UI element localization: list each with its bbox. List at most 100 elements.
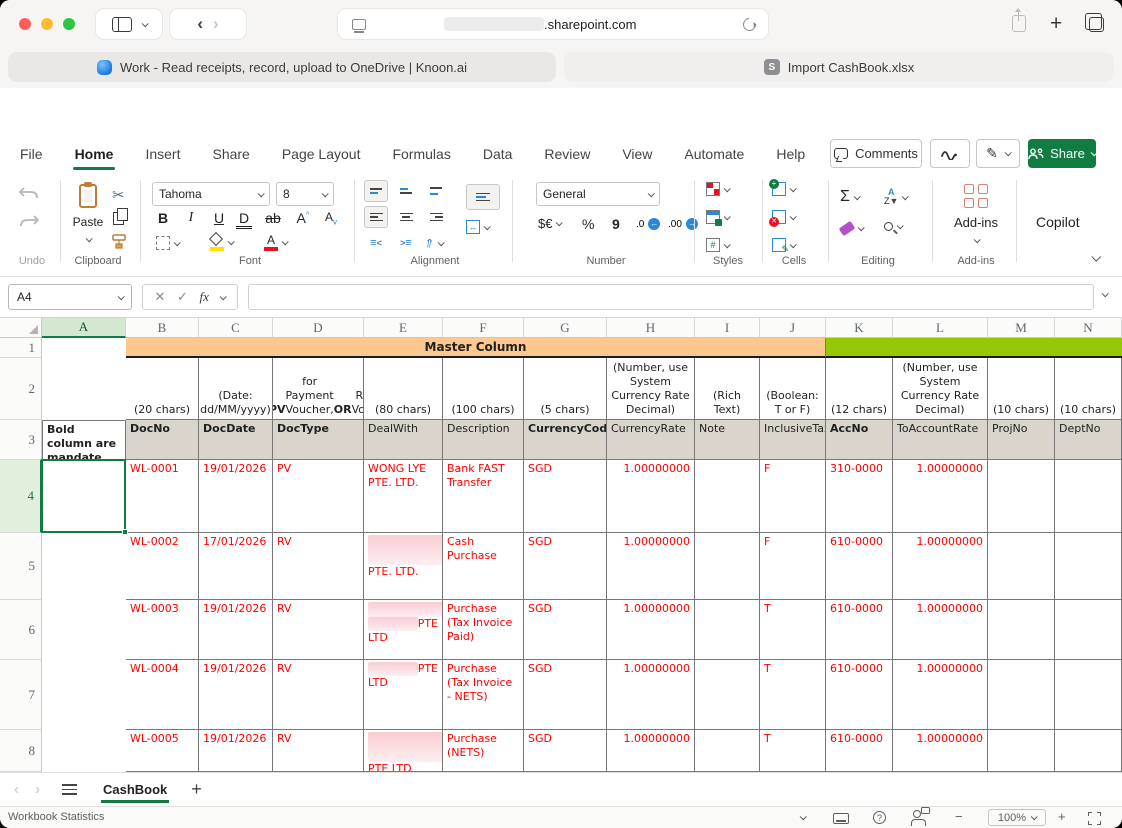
cell-I3[interactable]: Note bbox=[695, 420, 760, 460]
top-align-button[interactable] bbox=[364, 180, 388, 202]
autosum-button[interactable]: Σ bbox=[840, 188, 859, 206]
column-header-B[interactable]: B bbox=[126, 318, 199, 338]
cell-J5[interactable]: F bbox=[760, 533, 826, 600]
cell-F3[interactable]: Description bbox=[443, 420, 524, 460]
cell-D5[interactable]: RV bbox=[273, 533, 364, 600]
fx-dropdown-icon[interactable] bbox=[220, 293, 227, 300]
cell-M6[interactable] bbox=[988, 600, 1055, 660]
cell-J4[interactable]: F bbox=[760, 460, 826, 533]
cell-H2[interactable]: (Number, use System Currency Rate Decima… bbox=[607, 358, 695, 420]
cell-L6[interactable]: 1.00000000 bbox=[893, 600, 988, 660]
cell-H6[interactable]: 1.00000000 bbox=[607, 600, 695, 660]
cell-D3[interactable]: DocType bbox=[273, 420, 364, 460]
cell-K4[interactable]: 310-0000 bbox=[826, 460, 893, 533]
text-orientation-button[interactable]: ⇗ bbox=[424, 236, 443, 250]
cell-E8[interactable]: PTE LTD bbox=[364, 730, 443, 772]
cell-C3[interactable]: DocDate bbox=[199, 420, 273, 460]
cell-F5[interactable]: Cash Purchase bbox=[443, 533, 524, 600]
cell-D2[interactable]: (2 chars, PV for Payment Voucher, OR for… bbox=[273, 358, 364, 420]
next-sheet-button[interactable]: › bbox=[35, 781, 40, 798]
zoom-in-button[interactable]: + bbox=[1058, 809, 1066, 824]
cell-I7[interactable] bbox=[695, 660, 760, 730]
decrease-decimal-button[interactable]: .0← bbox=[636, 218, 660, 230]
cell-B7[interactable]: WL-0004 bbox=[126, 660, 199, 730]
row-header-8[interactable]: 8 bbox=[0, 730, 42, 772]
cell-C6[interactable]: 19/01/2026 bbox=[199, 600, 273, 660]
cell-J3[interactable]: InclusiveTax bbox=[760, 420, 826, 460]
active-cell-selection[interactable] bbox=[41, 459, 126, 533]
sidebar-toggle[interactable] bbox=[96, 9, 162, 39]
delete-cells-button[interactable]: ✕ bbox=[772, 210, 795, 224]
cell-G6[interactable]: SGD bbox=[524, 600, 607, 660]
grow-font-button[interactable]: A^ bbox=[292, 210, 314, 226]
share-page-icon[interactable] bbox=[1012, 15, 1026, 32]
comma-style-button[interactable]: 9 bbox=[612, 216, 620, 232]
format-as-table-button[interactable] bbox=[706, 210, 729, 224]
cell-B8[interactable]: WL-0005 bbox=[126, 730, 199, 772]
cell-B4[interactable]: WL-0001 bbox=[126, 460, 199, 533]
ribbon-tab-share[interactable]: Share bbox=[210, 140, 251, 168]
collapse-ribbon-icon[interactable] bbox=[1091, 252, 1101, 262]
cell-G4[interactable]: SGD bbox=[524, 460, 607, 533]
cut-icon[interactable]: ✂ bbox=[112, 186, 125, 204]
middle-align-button[interactable] bbox=[394, 180, 418, 202]
font-size-select[interactable]: 8 bbox=[276, 182, 334, 206]
italic-button[interactable]: I bbox=[180, 210, 202, 226]
ribbon-tab-help[interactable]: Help bbox=[774, 140, 807, 168]
forward-button[interactable]: › bbox=[213, 14, 219, 34]
cell-H7[interactable]: 1.00000000 bbox=[607, 660, 695, 730]
column-header-J[interactable]: J bbox=[760, 318, 826, 338]
cell-K5[interactable]: 610-0000 bbox=[826, 533, 893, 600]
cell-L3[interactable]: ToAccountRate bbox=[893, 420, 988, 460]
format-painter-icon[interactable] bbox=[111, 234, 127, 252]
cell-M4[interactable] bbox=[988, 460, 1055, 533]
cell-F2[interactable]: (100 chars) bbox=[443, 358, 524, 420]
cell-J7[interactable]: T bbox=[760, 660, 826, 730]
cell-I5[interactable] bbox=[695, 533, 760, 600]
cell-G3[interactable]: CurrencyCode bbox=[524, 420, 607, 460]
cell-E3[interactable]: DealWith bbox=[364, 420, 443, 460]
cell-I2[interactable]: (Rich Text) bbox=[695, 358, 760, 420]
row-header-7[interactable]: 7 bbox=[0, 660, 42, 730]
paste-dropdown-icon[interactable] bbox=[85, 235, 92, 242]
cell-B6[interactable]: WL-0003 bbox=[126, 600, 199, 660]
row-header-6[interactable]: 6 bbox=[0, 600, 42, 660]
cell-L4[interactable]: 1.00000000 bbox=[893, 460, 988, 533]
number-format-select[interactable]: General bbox=[536, 182, 660, 206]
cell-N7[interactable] bbox=[1055, 660, 1122, 730]
align-right-button[interactable] bbox=[424, 206, 448, 228]
cell-M8[interactable] bbox=[988, 730, 1055, 772]
close-window-button[interactable] bbox=[19, 18, 31, 30]
cell-B2[interactable]: (20 chars) bbox=[126, 358, 199, 420]
cell-L8[interactable]: 1.00000000 bbox=[893, 730, 988, 772]
cell-C4[interactable]: 19/01/2026 bbox=[199, 460, 273, 533]
sheet-tab-cashbook[interactable]: CashBook bbox=[101, 776, 169, 803]
new-tab-button[interactable]: + bbox=[1050, 15, 1062, 32]
share-button[interactable]: Share bbox=[1028, 139, 1096, 168]
double-underline-button[interactable]: D bbox=[236, 210, 252, 229]
bold-button[interactable]: B bbox=[152, 210, 174, 226]
find-button[interactable] bbox=[884, 222, 902, 231]
name-box[interactable]: A4 bbox=[8, 284, 132, 310]
cell-G5[interactable]: SGD bbox=[524, 533, 607, 600]
column-header-H[interactable]: H bbox=[607, 318, 695, 338]
cell-F4[interactable]: Bank FAST Transfer bbox=[443, 460, 524, 533]
cell-F8[interactable]: Purchase (NETS) bbox=[443, 730, 524, 772]
strikethrough-button[interactable]: ab bbox=[262, 210, 284, 226]
cancel-entry-button[interactable]: ✕ bbox=[155, 289, 166, 305]
zoom-level-select[interactable]: 100% bbox=[988, 809, 1046, 826]
font-color-button[interactable]: A bbox=[264, 234, 287, 251]
borders-button[interactable] bbox=[156, 236, 179, 250]
prev-sheet-button[interactable]: ‹ bbox=[14, 781, 19, 798]
help-icon[interactable]: ? bbox=[873, 811, 886, 824]
workbook-statistics-button[interactable]: Workbook Statistics bbox=[8, 811, 104, 823]
decrease-indent-button[interactable]: ≡< bbox=[364, 232, 388, 254]
redo-icon[interactable] bbox=[18, 214, 40, 230]
cell-I6[interactable] bbox=[695, 600, 760, 660]
row-header-2[interactable]: 2 bbox=[0, 358, 42, 420]
underline-button[interactable]: U bbox=[208, 210, 230, 226]
zoom-out-button[interactable]: − bbox=[955, 809, 963, 824]
cell-M2[interactable]: (10 chars) bbox=[988, 358, 1055, 420]
cell-N4[interactable] bbox=[1055, 460, 1122, 533]
fullscreen-icon[interactable] bbox=[1088, 812, 1101, 825]
